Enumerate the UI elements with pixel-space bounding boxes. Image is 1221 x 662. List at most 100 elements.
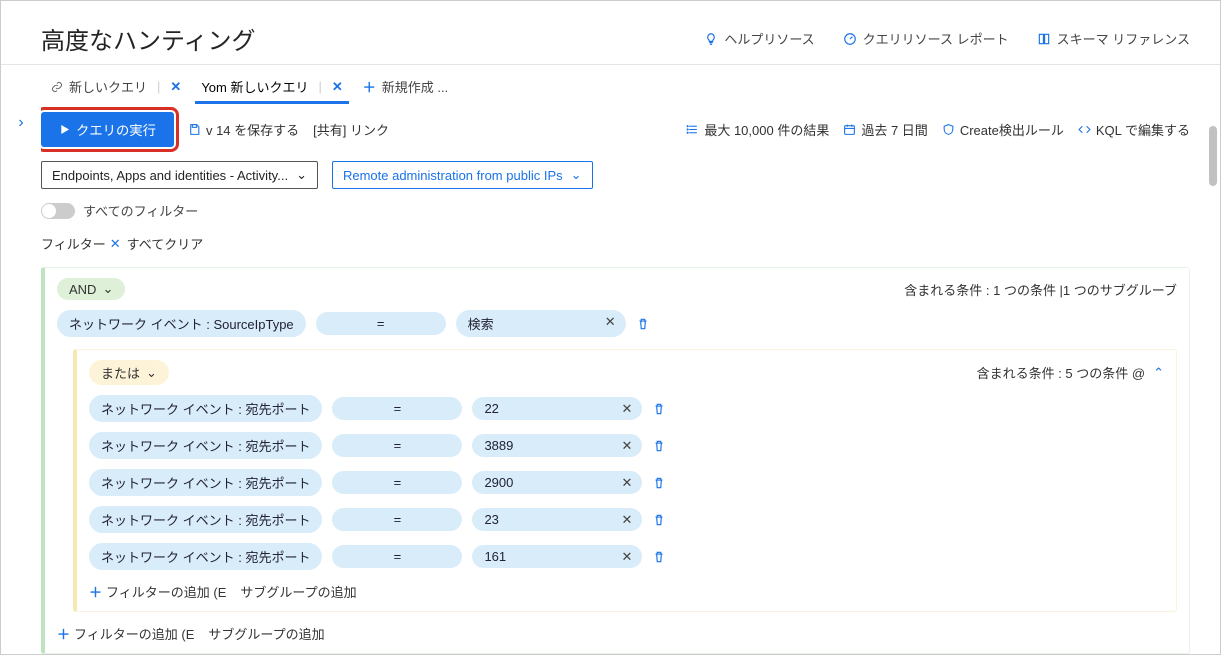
value-pill[interactable]: 23✕ — [472, 508, 642, 531]
filter-group-and: AND ⌄ 含まれる条件 : 1 つの条件 |1 つのサブグルーブ ネットワーク… — [41, 267, 1190, 654]
close-icon[interactable]: ✕ — [332, 79, 343, 95]
clear-value-icon[interactable]: ✕ — [622, 475, 633, 491]
close-icon[interactable]: ✕ — [170, 79, 181, 95]
and-label: AND — [69, 282, 96, 297]
edit-in-kql-button[interactable]: KQL で編集する — [1078, 120, 1190, 139]
value-pill[interactable]: 3889✕ — [472, 434, 642, 457]
tab-new-query-1[interactable]: 新しいクエリ | ✕ — [41, 71, 191, 102]
close-icon[interactable]: ✕ — [110, 236, 121, 252]
max-results-label: 最大 10,000 件の結果 — [704, 120, 829, 139]
tab-label: 新しいクエリ — [69, 77, 147, 96]
create-rule-label: Create検出ルール — [960, 120, 1064, 139]
calendar-icon — [843, 123, 856, 136]
help-resources-link[interactable]: ヘルプリソース — [704, 29, 814, 48]
help-label: ヘルプリソース — [724, 29, 814, 48]
save-icon — [188, 123, 201, 136]
scope-dropdown[interactable]: Endpoints, Apps and identities - Activit… — [41, 161, 318, 189]
chevron-down-icon: ⌄ — [296, 167, 307, 183]
tab-label: 新規作成 ... — [382, 77, 448, 96]
clear-value-icon[interactable]: ✕ — [622, 438, 633, 454]
template-dropdown[interactable]: Remote administration from public IPs ⌄ — [332, 161, 593, 189]
save-button[interactable]: v 14 を保存する — [188, 120, 299, 139]
field-pill[interactable]: ネットワーク イベント : 宛先ポート — [89, 432, 322, 459]
delete-icon[interactable] — [652, 402, 666, 416]
add-filter-button[interactable]: ＋フィルターの追加 (E — [57, 624, 194, 643]
value-pill[interactable]: 22✕ — [472, 397, 642, 420]
field-pill[interactable]: ネットワーク イベント : 宛先ポート — [89, 543, 322, 570]
operator-pill[interactable]: = — [332, 434, 462, 457]
condition-row: ネットワーク イベント : SourceIpType = 検索✕ — [57, 310, 1177, 337]
condition-row: ネットワーク イベント : 宛先ポート = 23✕ — [89, 506, 1164, 533]
clear-value-icon[interactable]: ✕ — [622, 512, 633, 528]
delete-icon[interactable] — [652, 513, 666, 527]
delete-icon[interactable] — [652, 476, 666, 490]
page-header: 高度なハンティング ヘルプリソース クエリリソース レポート スキーマ リファレ… — [1, 9, 1220, 65]
tabs-bar: 新しいクエリ | ✕ Yom 新しいクエリ | ✕ ＋ 新規作成 ... — [1, 65, 1220, 102]
condition-row: ネットワーク イベント : 宛先ポート = 22✕ — [89, 395, 1164, 422]
condition-row: ネットワーク イベント : 宛先ポート = 2900✕ — [89, 469, 1164, 496]
chevron-down-icon: ⌄ — [571, 167, 582, 183]
collapse-icon[interactable]: ⌃ — [1153, 365, 1164, 381]
timerange-dropdown[interactable]: 過去 7 日間 — [843, 120, 927, 139]
condition-row: ネットワーク イベント : 宛先ポート = 3889✕ — [89, 432, 1164, 459]
value-pill[interactable]: 検索✕ — [456, 310, 626, 337]
toggle-label: すべてのフィルター — [83, 201, 198, 220]
field-pill[interactable]: ネットワーク イベント : 宛先ポート — [89, 395, 322, 422]
save-label: v 14 を保存する — [206, 120, 299, 139]
scope-label: Endpoints, Apps and identities - Activit… — [52, 168, 288, 183]
field-pill[interactable]: ネットワーク イベント : 宛先ポート — [89, 506, 322, 533]
tab-label: Yom 新しいクエリ — [201, 77, 308, 96]
max-results-dropdown[interactable]: 最大 10,000 件の結果 — [686, 120, 829, 139]
value-pill[interactable]: 2900✕ — [472, 471, 642, 494]
all-filters-toggle[interactable] — [41, 203, 75, 219]
operator-pill[interactable]: = — [316, 312, 446, 335]
template-label: Remote administration from public IPs — [343, 168, 563, 183]
tab-yom-new-query[interactable]: Yom 新しいクエリ | ✕ — [191, 71, 352, 102]
add-subgroup-button[interactable]: サブグループの追加 — [240, 582, 356, 601]
field-pill[interactable]: ネットワーク イベント : 宛先ポート — [89, 469, 322, 496]
and-operator-pill[interactable]: AND ⌄ — [57, 278, 125, 300]
run-label: クエリの実行 — [76, 120, 156, 139]
operator-pill[interactable]: = — [332, 397, 462, 420]
value-pill[interactable]: 161✕ — [472, 545, 642, 568]
chevron-down-icon: ⌄ — [146, 365, 157, 381]
or-operator-pill[interactable]: または ⌄ — [89, 360, 169, 385]
schema-reference-link[interactable]: スキーマ リファレンス — [1037, 29, 1190, 48]
tab-new[interactable]: ＋ 新規作成 ... — [353, 71, 458, 102]
operator-pill[interactable]: = — [332, 545, 462, 568]
clear-all-button[interactable]: すべてクリア — [127, 234, 204, 253]
operator-pill[interactable]: = — [332, 508, 462, 531]
delete-icon[interactable] — [636, 317, 650, 331]
plus-icon: ＋ — [57, 624, 70, 643]
delete-icon[interactable] — [652, 439, 666, 453]
delete-icon[interactable] — [652, 550, 666, 564]
field-pill[interactable]: ネットワーク イベント : SourceIpType — [57, 310, 306, 337]
lightbulb-icon — [704, 32, 718, 46]
clear-value-icon[interactable]: ✕ — [605, 314, 616, 330]
clear-value-icon[interactable]: ✕ — [622, 549, 633, 565]
operator-pill[interactable]: = — [332, 471, 462, 494]
filters-label: フィルター — [41, 234, 106, 253]
add-subgroup-button[interactable]: サブグループの追加 — [208, 624, 324, 643]
or-label: または — [101, 363, 140, 382]
group-summary: 含まれる条件 : 1 つの条件 |1 つのサブグルーブ — [904, 280, 1177, 299]
code-icon — [1078, 123, 1091, 136]
chevron-down-icon: ⌄ — [102, 281, 113, 297]
add-filter-button[interactable]: ＋フィルターの追加 (E — [89, 582, 226, 601]
toolbar: クエリの実行 v 14 を保存する [共有] リンク 最大 10,000 件の結… — [41, 112, 1190, 147]
panel-expand-toggle[interactable]: › — [1, 102, 41, 662]
query-resource-report-link[interactable]: クエリリソース レポート — [843, 29, 1009, 48]
book-icon — [1037, 32, 1051, 46]
share-link-button[interactable]: [共有] リンク — [313, 120, 389, 139]
scrollbar[interactable] — [1209, 126, 1217, 646]
clear-value-icon[interactable]: ✕ — [622, 401, 633, 417]
gauge-icon — [843, 32, 857, 46]
run-query-button[interactable]: クエリの実行 — [41, 112, 174, 147]
create-detection-rule-button[interactable]: Create検出ルール — [942, 120, 1064, 139]
scrollbar-thumb[interactable] — [1209, 126, 1217, 186]
qr-label: クエリリソース レポート — [863, 29, 1009, 48]
page-title: 高度なハンティング — [41, 21, 256, 56]
filter-subgroup-or: または ⌄ 含まれる条件 : 5 つの条件 @ ⌃ ネットワーク イベント : … — [73, 349, 1177, 612]
play-icon — [59, 124, 70, 135]
plus-icon: ＋ — [89, 582, 102, 601]
